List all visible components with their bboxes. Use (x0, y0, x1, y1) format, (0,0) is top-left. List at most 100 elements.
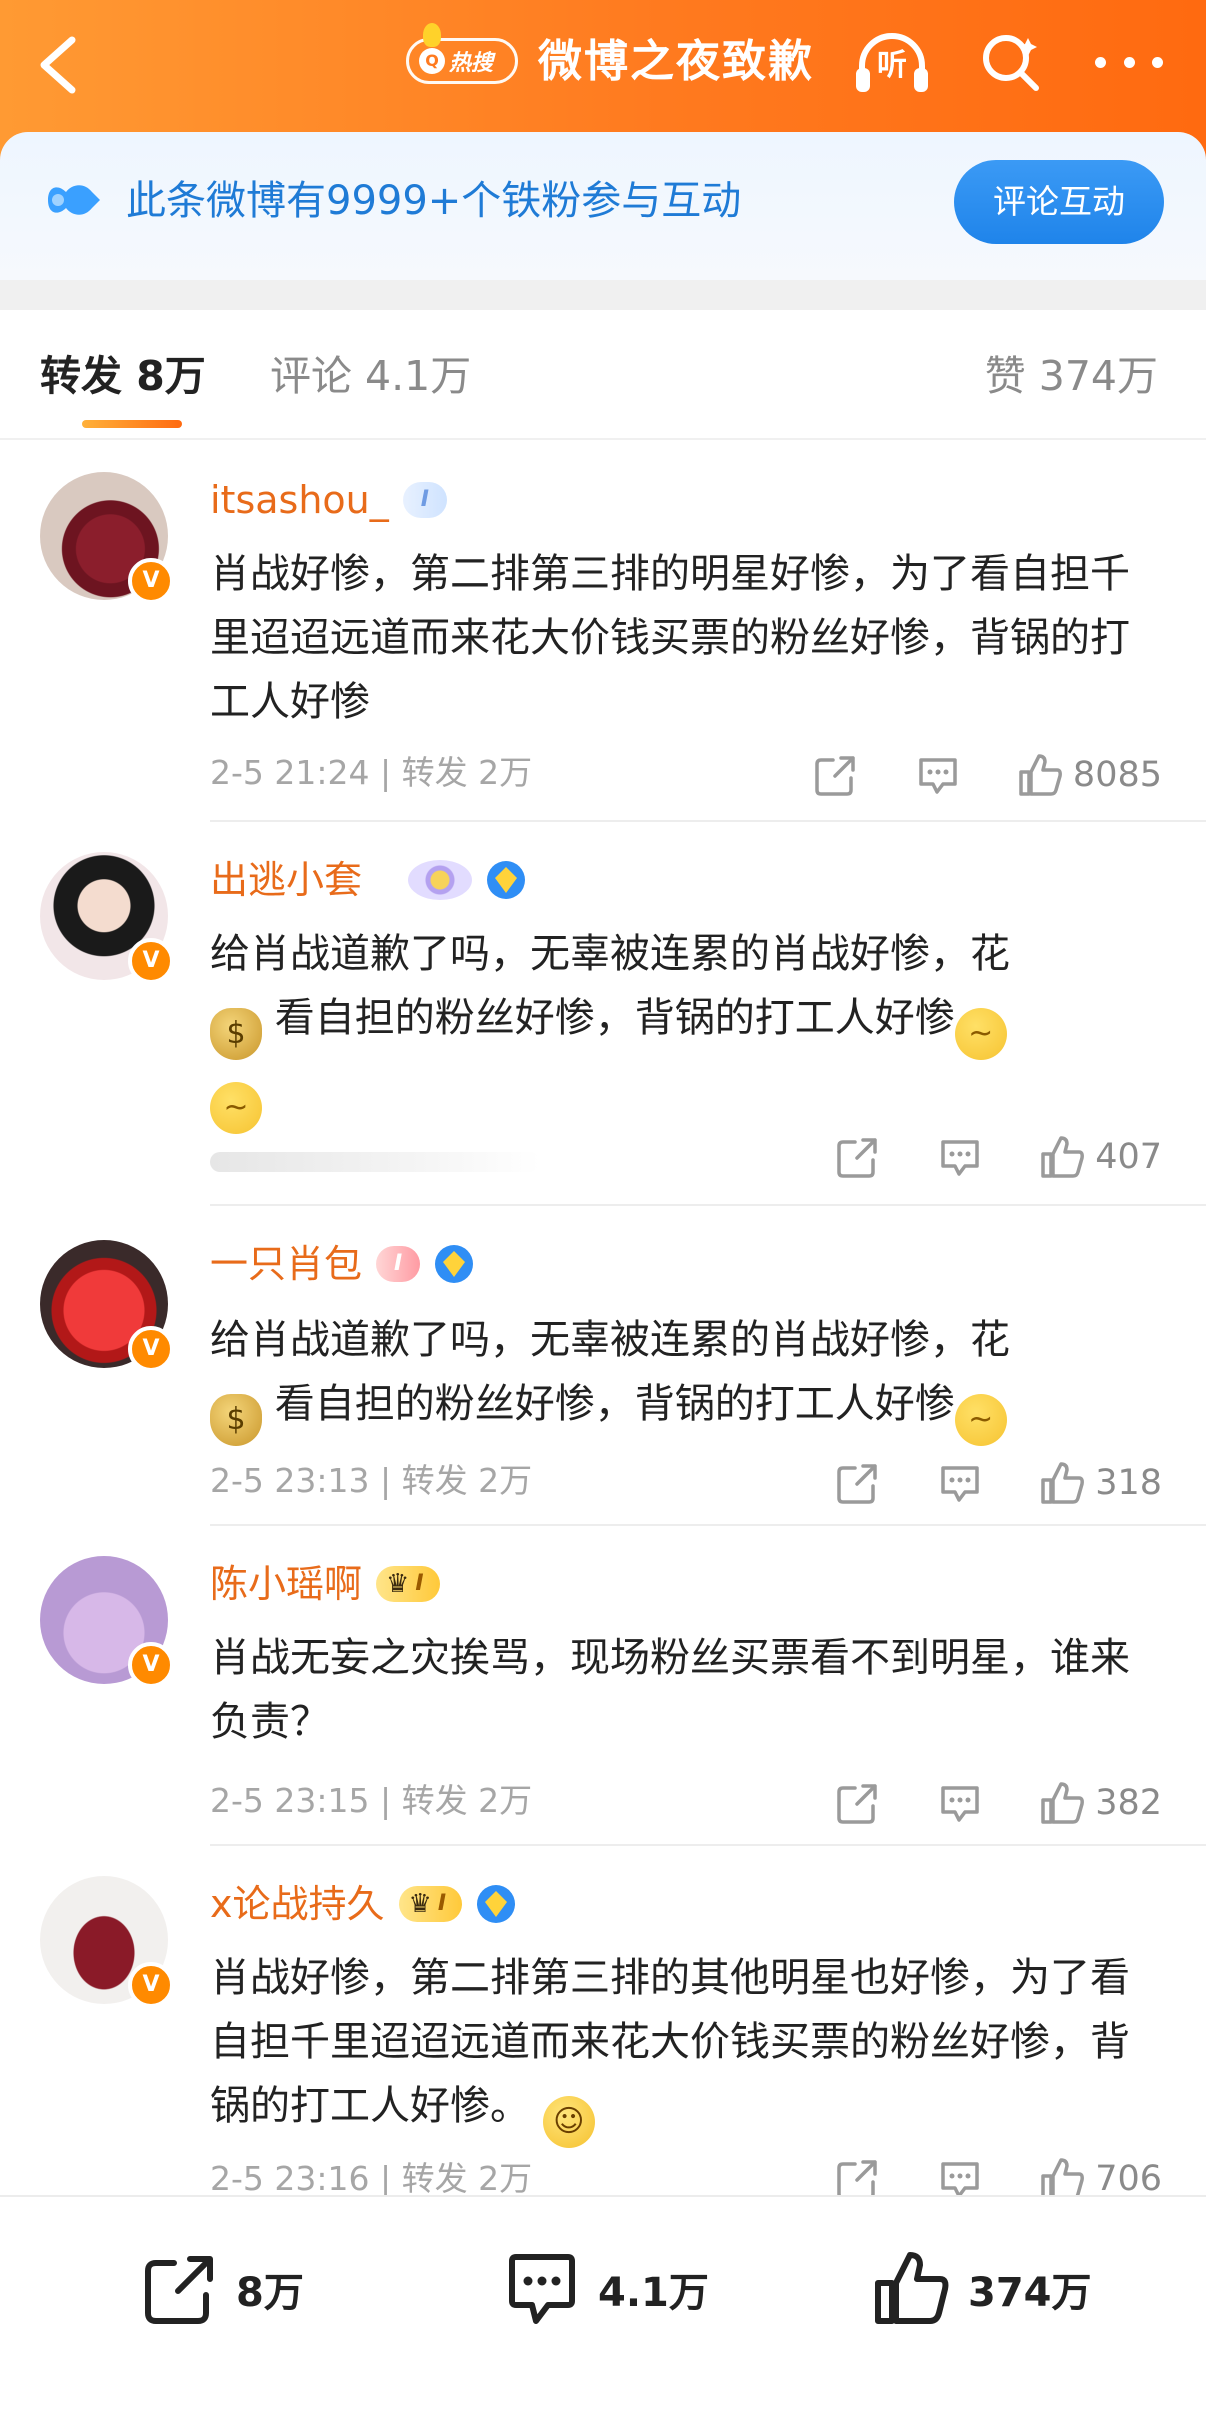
page-title[interactable]: 微博之夜致歉 (538, 32, 814, 92)
share-icon[interactable] (835, 1460, 881, 1506)
like-button[interactable]: 8085 (1017, 750, 1162, 800)
avatar[interactable]: V (40, 1876, 174, 2008)
hot-search-label: 热搜 (449, 51, 494, 76)
meta-separator: | (380, 1781, 392, 1820)
more-dot (1095, 56, 1106, 68)
comment-icon[interactable] (937, 1134, 983, 1180)
comment-icon[interactable] (937, 1460, 983, 1506)
comment-text: 肖战无妄之灾挨骂，现场粉丝买票看不到明星，谁来负责？ (210, 1635, 1130, 1745)
avatar[interactable]: V (40, 1240, 174, 1372)
meta-separator: | (380, 753, 392, 792)
thinking-emoji: ~ (954, 1394, 1007, 1446)
thumbs-up-icon (1039, 1780, 1085, 1826)
search-button[interactable] (978, 30, 1042, 94)
share-icon[interactable] (813, 752, 859, 798)
comment-interact-button[interactable]: 评论互动 (954, 160, 1164, 244)
tab-repost[interactable]: 转发 8万 (40, 346, 206, 406)
share-icon[interactable] (835, 1134, 881, 1180)
like-button[interactable]: 382 (1039, 1778, 1162, 1828)
thumbs-up-icon (1017, 752, 1063, 798)
like-count: 382 (1095, 1783, 1162, 1823)
verified-v-icon: V (128, 938, 174, 984)
avatar[interactable]: V (40, 852, 174, 984)
member-wing-badge (408, 860, 473, 900)
thinking-emoji: ~ (954, 1008, 1007, 1060)
listen-button[interactable]: 听 (850, 28, 934, 98)
comment-icon[interactable] (937, 1780, 983, 1826)
avatar[interactable]: V (40, 472, 174, 604)
comment-text: 肖战好惨，第二排第三排的其他明星也好惨，为了看自担千里迢迢远道而来花大价钱买票的… (210, 1946, 1160, 2148)
thumbs-up-icon (875, 2252, 949, 2324)
more-dot (1123, 56, 1135, 68)
fan-icon (48, 185, 100, 215)
comment-username[interactable]: 一只肖包 I (210, 1236, 474, 1292)
bottom-comment-button[interactable]: 4.1万 (502, 2249, 709, 2329)
thumbs-up-icon (1039, 1134, 1085, 1180)
blurred-meta (210, 1152, 540, 1172)
comment-time: 2-5 21:24 (210, 753, 370, 792)
comment-item[interactable]: V 一只肖包 I 给肖战道歉了吗，无辜被连累的肖战好惨，花 $ 看自担的粉丝好惨… (0, 1206, 1206, 1526)
vip-level-badge: ♛ I (376, 1566, 440, 1602)
bottom-action-bar: 8万 4.1万 374万 (0, 2195, 1206, 2414)
verified-v-icon: V (128, 1962, 174, 2008)
comment-text: 肖战好惨，第二排第三排的明星好惨，为了看自担千里迢迢远道而来花大价钱买票的粉丝好… (210, 551, 1130, 725)
comment-icon[interactable] (915, 752, 961, 798)
comment-username[interactable]: itsashou_ I (210, 472, 447, 528)
more-button[interactable] (1095, 40, 1163, 84)
tab-like[interactable]: 赞 374万 (985, 346, 1158, 406)
crown-icon: ♛ (408, 1889, 432, 1919)
comment-icon (509, 2254, 575, 2324)
comment-username[interactable]: 陈小瑶啊 ♛ I (210, 1556, 440, 1612)
comment-actions: 318 (835, 1458, 1162, 1508)
comment-meta: 2-5 21:24 | 转发 2万 (210, 748, 532, 798)
active-tab-indicator (82, 420, 182, 428)
search-icon (983, 35, 1039, 91)
back-button[interactable] (28, 30, 88, 100)
comment-actions: 8085 (813, 750, 1162, 800)
comment-meta: 2-5 23:15 | 转发 2万 (210, 1776, 532, 1826)
chevron-left-icon (40, 36, 76, 94)
like-count: 8085 (1072, 755, 1162, 795)
comment-actions: 407 (835, 1132, 1162, 1182)
comment-text: 给肖战道歉了吗，无辜被连累的肖战好惨，花 $ 看自担的粉丝好惨，背锅的打工人好惨… (210, 922, 1160, 1134)
hot-search-badge[interactable]: Q 热搜 (406, 23, 518, 84)
avatar[interactable]: V (40, 1556, 174, 1688)
comment-item[interactable]: V x论战持久 ♛ I 肖战好惨，第二排第三排的其他明星也好惨，为了看自担千里迢迢… (0, 1846, 1206, 2196)
like-button[interactable]: 318 (1039, 1458, 1162, 1508)
money-bag-emoji: $ (210, 1008, 262, 1060)
verified-v-icon: V (128, 558, 174, 604)
comment-repost-count: 转发 2万 (401, 1461, 533, 1500)
comment-time: 2-5 23:16 (210, 2159, 370, 2198)
comment-repost-count: 转发 2万 (401, 2159, 533, 2198)
gold-v-badge-icon (487, 861, 526, 899)
share-icon (145, 2256, 213, 2324)
verified-v-icon: V (128, 1642, 174, 1688)
tab-comment[interactable]: 评论 4.1万 (270, 346, 471, 406)
fan-level-badge: I (376, 1246, 421, 1282)
gold-v-badge-icon (435, 1245, 474, 1283)
gold-v-badge-icon (477, 1885, 515, 1923)
comment-username[interactable]: 出逃小套 (210, 852, 526, 908)
bottom-repost-button[interactable]: 8万 (140, 2249, 304, 2329)
money-bag-emoji: $ (210, 1394, 262, 1446)
comment-repost-count: 转发 2万 (401, 753, 533, 792)
vip-level-badge: ♛ I (398, 1886, 462, 1922)
thumbs-up-icon (1039, 1460, 1085, 1506)
share-icon[interactable] (835, 1780, 881, 1826)
fan-level-badge: I (402, 482, 447, 518)
flame-icon (423, 23, 441, 47)
comment-username[interactable]: x论战持久 ♛ I (210, 1876, 516, 1932)
comment-time: 2-5 23:15 (210, 1781, 370, 1820)
bottom-like-button[interactable]: 374万 (872, 2249, 1092, 2329)
comment-item[interactable]: V itsashou_ I 肖战好惨，第二排第三排的明星好惨，为了看自担千里迢迢… (0, 442, 1206, 822)
crown-icon: ♛ (386, 1569, 410, 1599)
like-count: 407 (1095, 1137, 1162, 1177)
fan-banner-text: 此条微博有9999+个铁粉参与互动 (126, 178, 742, 224)
section-divider (0, 280, 1206, 310)
comment-actions: 382 (835, 1778, 1162, 1828)
bottom-like-count: 374万 (968, 2270, 1092, 2316)
like-button[interactable]: 407 (1039, 1132, 1162, 1182)
comment-item[interactable]: V 陈小瑶啊 ♛ I 肖战无妄之灾挨骂，现场粉丝买票看不到明星，谁来负责？ 2-5… (0, 1526, 1206, 1846)
search-mini-icon: Q (419, 48, 445, 74)
comment-item[interactable]: V 出逃小套 给肖战道歉了吗，无辜被连累的肖战好惨，花 $ 看自担的粉丝好惨，背… (0, 822, 1206, 1206)
